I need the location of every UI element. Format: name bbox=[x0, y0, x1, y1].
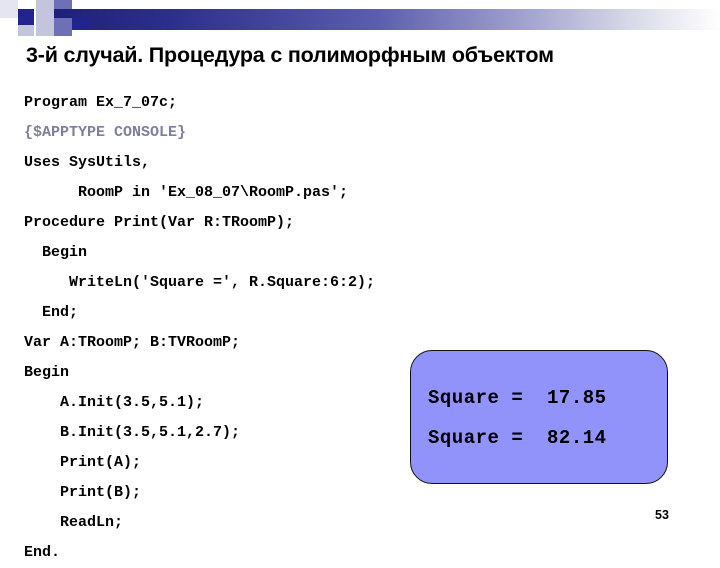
code-line: Uses SysUtils, bbox=[24, 154, 151, 171]
output-line-1: Square = 17.85 bbox=[428, 387, 607, 409]
header-square-navy-2 bbox=[72, 18, 90, 30]
code-line: RoomP in 'Ex_08_07\RoomP.pas'; bbox=[24, 184, 349, 201]
code-line: Begin bbox=[24, 244, 88, 261]
code-line: Program Ex_7_07c; bbox=[24, 94, 178, 111]
header-square-mid-2 bbox=[54, 18, 72, 36]
code-line: End. bbox=[24, 544, 61, 561]
code-line: Procedure Print(Var R:TRoomP); bbox=[24, 214, 295, 231]
header-gradient-bar bbox=[54, 9, 720, 30]
program-output-callout: Square = 17.85 Square = 82.14 bbox=[410, 350, 668, 484]
output-line-2: Square = 82.14 bbox=[428, 427, 607, 449]
header-square-navy-1 bbox=[18, 9, 34, 25]
page-title: 3-й случай. Процедура с полиморфным объе… bbox=[26, 43, 554, 68]
header-square-light-1 bbox=[36, 0, 54, 18]
code-listing: Program Ex_7_07c; {$APPTYPE CONSOLE} Use… bbox=[24, 88, 584, 568]
header-square-light-2 bbox=[36, 18, 54, 36]
header-square-pale-1 bbox=[0, 0, 18, 18]
slide-header-decoration bbox=[0, 0, 720, 36]
code-line-directive: {$APPTYPE CONSOLE} bbox=[24, 124, 187, 141]
code-line: WriteLn('Square =', R.Square:6:2); bbox=[24, 274, 376, 291]
header-square-light-3 bbox=[18, 25, 34, 36]
code-line: End; bbox=[24, 304, 79, 321]
slide-page-number: 53 bbox=[655, 508, 669, 522]
header-square-mid-1 bbox=[54, 0, 72, 9]
code-line: ReadLn; bbox=[24, 514, 124, 531]
